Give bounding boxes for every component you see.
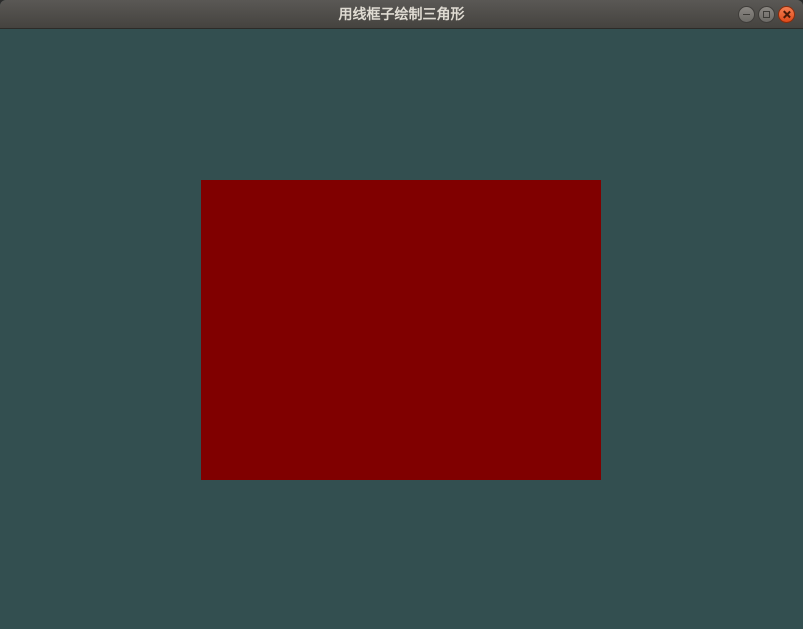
app-window: 用线框子绘制三角形: [0, 0, 803, 629]
window-title: 用线框子绘制三角形: [338, 7, 465, 23]
maximize-icon[interactable]: [758, 6, 775, 23]
close-icon[interactable]: [778, 6, 795, 23]
rendered-shape: [201, 180, 601, 480]
title-bar[interactable]: 用线框子绘制三角形: [0, 0, 803, 29]
render-canvas: [0, 29, 803, 629]
window-controls: [738, 6, 795, 23]
minimize-icon[interactable]: [738, 6, 755, 23]
